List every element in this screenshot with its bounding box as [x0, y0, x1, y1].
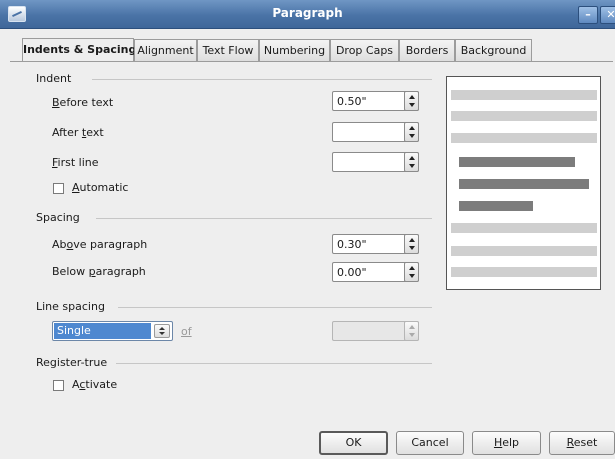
line-spacing-divider [118, 307, 432, 308]
tab-text-flow[interactable]: Text Flow [197, 39, 259, 61]
spin-down-icon [409, 246, 415, 250]
below-paragraph-spin-buttons[interactable] [404, 262, 419, 282]
above-paragraph-spin-buttons[interactable] [404, 234, 419, 254]
preview-current-line [459, 157, 575, 167]
ok-button[interactable]: OK [319, 431, 388, 455]
below-paragraph-spinbox[interactable]: 0.00" [332, 262, 419, 282]
preview-current-line [459, 201, 533, 211]
minimize-icon: – [585, 8, 591, 21]
spin-up-icon [409, 266, 415, 270]
spin-down-icon [409, 164, 415, 168]
spin-up-icon [409, 325, 415, 329]
first-line-label: First line [52, 156, 99, 169]
preview-line [451, 246, 597, 256]
above-paragraph-value: 0.30" [337, 238, 367, 251]
minimize-button[interactable]: – [578, 6, 598, 24]
tab-numbering[interactable]: Numbering [259, 39, 330, 61]
spin-up-icon [409, 126, 415, 130]
register-true-divider [116, 363, 432, 364]
spin-up-icon [409, 95, 415, 99]
help-button[interactable]: Help [472, 431, 541, 455]
spin-down-icon [409, 134, 415, 138]
above-paragraph-label: Above paragraph [52, 238, 148, 251]
after-text-label: After text [52, 126, 104, 139]
activate-label: Activate [72, 378, 118, 391]
preview-line [451, 90, 597, 100]
preview-line [451, 267, 597, 277]
preview-line [451, 223, 597, 233]
paragraph-preview [446, 76, 601, 290]
above-paragraph-spinbox[interactable]: 0.30" [332, 234, 419, 254]
register-true-section-label: Register-true [36, 356, 108, 369]
chevron-down-icon [159, 332, 165, 335]
spacing-divider [96, 218, 432, 219]
below-paragraph-value: 0.00" [337, 266, 367, 279]
tab-borders[interactable]: Borders [399, 39, 455, 61]
spin-up-icon [409, 156, 415, 160]
activate-checkbox[interactable] [53, 380, 64, 391]
below-paragraph-label: Below paragraph [52, 265, 146, 278]
close-icon: ✕ [606, 8, 615, 21]
spacing-section-label: Spacing [36, 211, 80, 224]
line-spacing-of-spinbox[interactable] [332, 321, 419, 341]
preview-current-line [459, 179, 589, 189]
after-text-spin-buttons[interactable] [404, 122, 419, 142]
spin-up-icon [409, 238, 415, 242]
tab-alignment[interactable]: Alignment [134, 39, 197, 61]
tab-panel-border [10, 61, 613, 62]
indent-section-label: Indent [36, 72, 72, 85]
before-text-spin-buttons[interactable] [404, 91, 419, 111]
before-text-label: Before text [52, 96, 114, 109]
automatic-label: Automatic [72, 181, 129, 194]
chevron-up-icon [159, 327, 165, 330]
before-text-value: 0.50" [337, 95, 367, 108]
line-spacing-section-label: Line spacing [36, 300, 105, 313]
before-text-spinbox[interactable]: 0.50" [332, 91, 419, 111]
reset-button[interactable]: Reset [549, 431, 615, 455]
spin-down-icon [409, 103, 415, 107]
of-label: of [181, 325, 192, 338]
line-spacing-select[interactable]: Single [52, 321, 173, 341]
first-line-spinbox[interactable] [332, 152, 419, 172]
preview-line [451, 111, 597, 121]
tab-indents-spacing[interactable]: Indents & Spacing [22, 38, 136, 62]
title-bar: Paragraph – ✕ [0, 0, 615, 29]
tab-drop-caps[interactable]: Drop Caps [330, 39, 399, 61]
line-spacing-of-spin-buttons[interactable] [404, 321, 419, 341]
after-text-spinbox[interactable] [332, 122, 419, 142]
window-title: Paragraph [272, 6, 343, 20]
preview-line [451, 133, 597, 143]
automatic-checkbox[interactable] [53, 183, 64, 194]
tab-background[interactable]: Background [455, 39, 532, 61]
spin-down-icon [409, 274, 415, 278]
cancel-button[interactable]: Cancel [396, 431, 464, 455]
first-line-spin-buttons[interactable] [404, 152, 419, 172]
line-spacing-selected-value: Single [54, 323, 151, 339]
indent-divider [92, 79, 432, 80]
close-button[interactable]: ✕ [600, 6, 615, 24]
line-spacing-dropdown-button[interactable] [154, 324, 170, 338]
spin-down-icon [409, 333, 415, 337]
